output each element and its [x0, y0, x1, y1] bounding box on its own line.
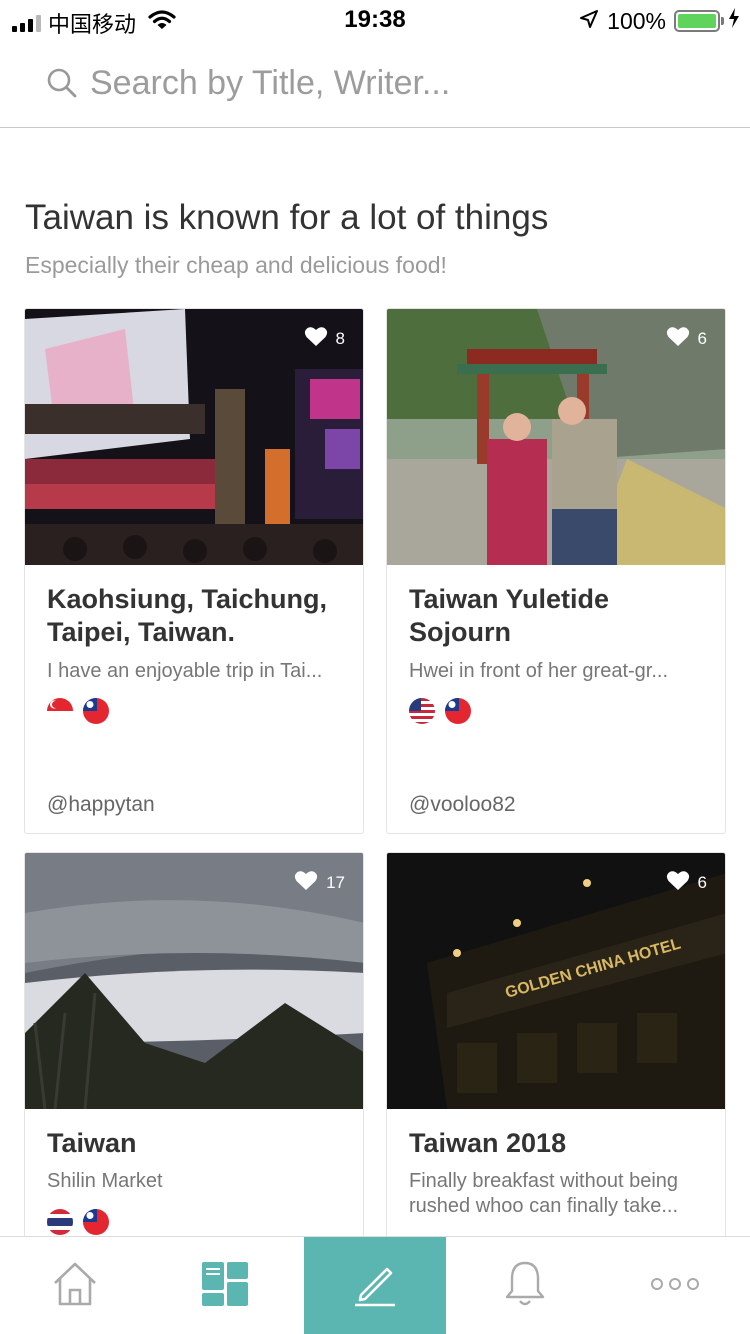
card-photo[interactable]: GOLDEN CHINA HOTEL 6 [387, 853, 725, 1109]
card-title: Kaohsiung, Taichung, Taipei, Taiwan. [47, 584, 327, 647]
charging-bolt-icon [728, 7, 740, 35]
like-count-value: 17 [326, 873, 345, 892]
like-count[interactable]: 6 [666, 870, 707, 896]
tab-home[interactable] [0, 1237, 150, 1334]
card-description: Finally breakfast without being rushed w… [409, 1170, 679, 1217]
card-author[interactable]: @happytan [47, 793, 155, 817]
thailand-flag-icon [47, 1209, 73, 1235]
taiwan-flag-icon [83, 1209, 109, 1235]
bell-icon [503, 1259, 547, 1314]
card-title: Taiwan 2018 [409, 1128, 567, 1158]
card-photo[interactable]: 17 [25, 853, 363, 1109]
singapore-flag-icon [47, 698, 73, 724]
like-count[interactable]: 6 [666, 326, 707, 352]
section-title: Taiwan is known for a lot of things [25, 198, 549, 237]
like-count-value: 6 [697, 873, 707, 892]
search-icon [46, 67, 78, 104]
card-photo[interactable]: 8 [25, 309, 363, 565]
search-input[interactable] [90, 60, 710, 106]
story-card[interactable]: 8 Kaohsiung, Taichung, Taipei, Taiwan. I… [24, 308, 364, 834]
like-count[interactable]: 8 [304, 326, 345, 352]
card-title: Taiwan Yuletide Sojourn [409, 584, 610, 647]
usa-flag-icon [409, 698, 435, 724]
tab-feed[interactable] [150, 1237, 300, 1334]
heart-icon [666, 870, 690, 896]
tab-write[interactable] [304, 1237, 446, 1334]
heart-icon [666, 326, 690, 352]
like-count[interactable]: 17 [294, 870, 345, 896]
feed-icon [201, 1261, 249, 1312]
card-description: I have an enjoyable trip in Tai... [47, 660, 323, 682]
tab-bar [0, 1236, 750, 1334]
battery-icon [674, 10, 724, 32]
story-card[interactable]: 6 Taiwan Yuletide Sojourn Hwei in front … [386, 308, 726, 834]
card-title: Taiwan [47, 1128, 137, 1158]
card-photo[interactable]: 6 [387, 309, 725, 565]
tab-more[interactable] [600, 1237, 750, 1334]
more-icon [650, 1277, 700, 1296]
card-author[interactable]: @vooloo82 [409, 793, 516, 817]
heart-icon [294, 870, 318, 896]
section-subtitle: Especially their cheap and delicious foo… [25, 252, 447, 278]
tab-notifications[interactable] [450, 1237, 600, 1334]
like-count-value: 8 [335, 329, 345, 348]
search-bar [0, 40, 750, 128]
card-description: Shilin Market [47, 1170, 163, 1192]
taiwan-flag-icon [445, 698, 471, 724]
battery-percent: 100% [607, 7, 666, 34]
write-icon [351, 1261, 399, 1312]
story-card[interactable]: GOLDEN CHINA HOTEL 6 Taiwan 2018 Finally… [386, 852, 726, 1252]
home-icon [51, 1261, 99, 1312]
like-count-value: 6 [697, 329, 707, 348]
status-bar: 中国移动 19:38 100% [0, 0, 750, 40]
card-description: Hwei in front of her great-gr... [409, 660, 669, 682]
taiwan-flag-icon [83, 698, 109, 724]
story-card[interactable]: 17 Taiwan Shilin Market [24, 852, 364, 1252]
location-arrow-icon [579, 8, 599, 35]
heart-icon [304, 326, 328, 352]
